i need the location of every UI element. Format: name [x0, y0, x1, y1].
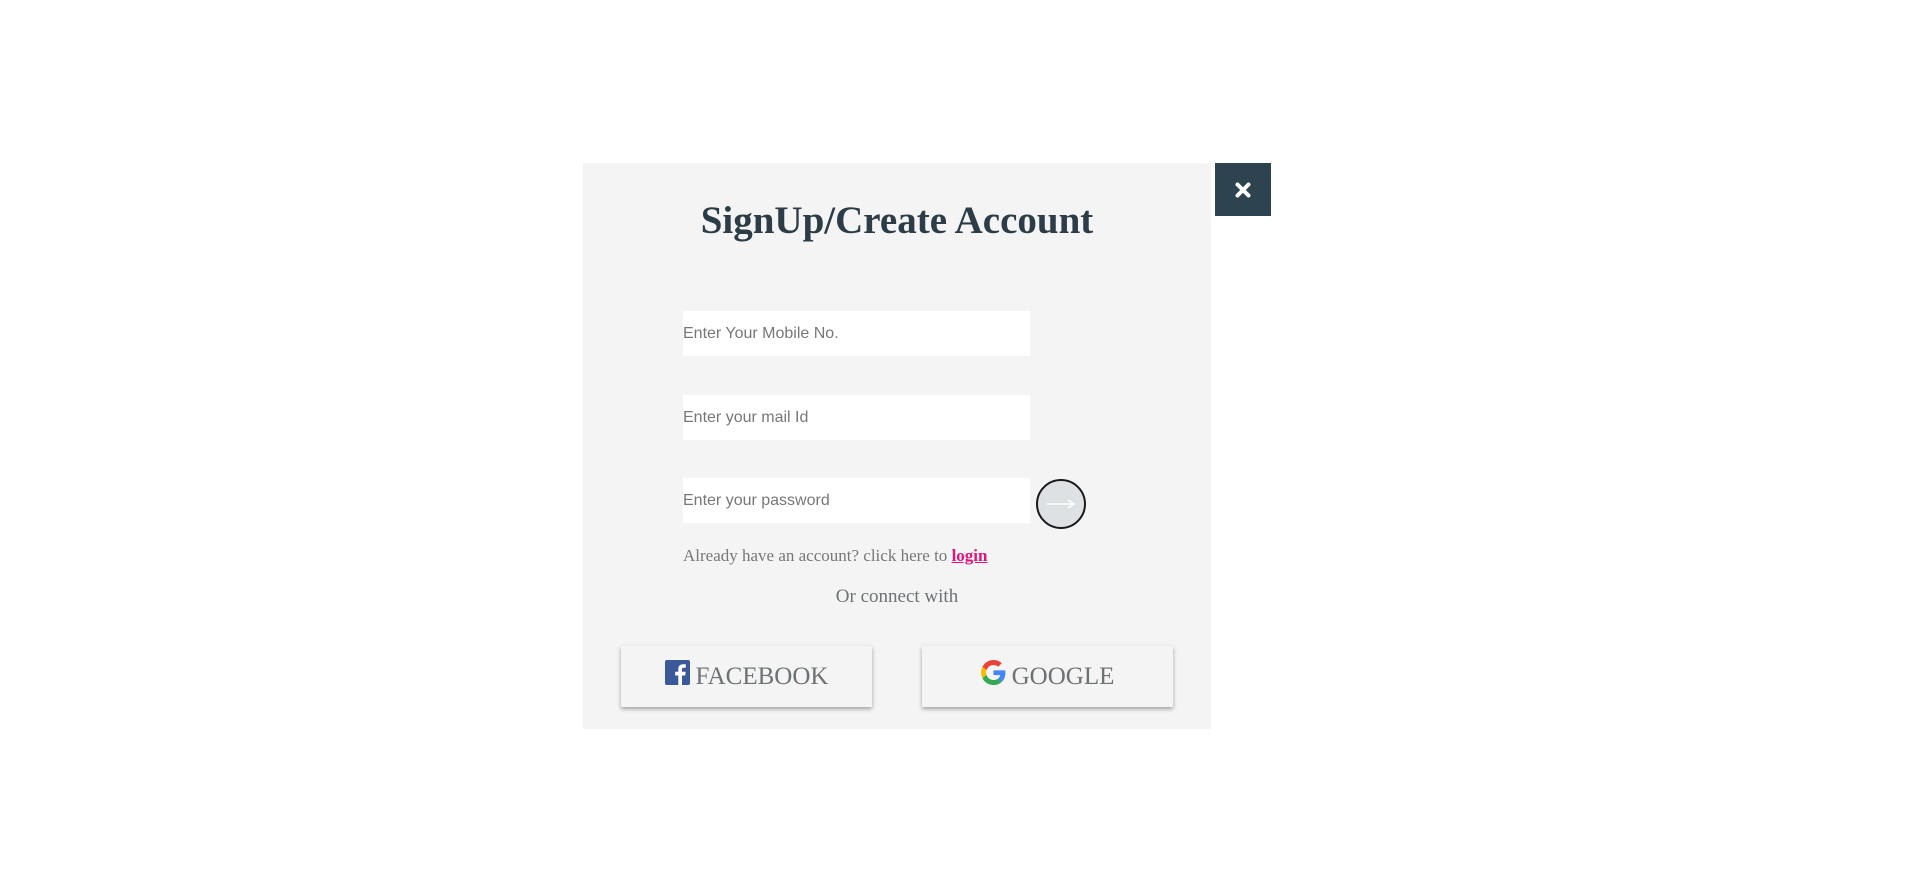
password-input[interactable] [683, 478, 1030, 523]
facebook-icon [664, 660, 690, 685]
connect-divider: Or connect with [835, 586, 959, 607]
facebook-label: FACEBOOK [695, 662, 829, 690]
login-link[interactable]: login [952, 546, 988, 565]
arrow-right-icon [1046, 499, 1076, 509]
google-button[interactable]: GOOGLE [922, 646, 1173, 707]
close-icon [1235, 182, 1251, 198]
google-label: GOOGLE [1011, 662, 1115, 690]
page: SignUp/Create Account Already have an ac… [0, 0, 1920, 878]
login-prompt: Already have an account? click here to l… [683, 546, 987, 566]
login-prompt-text: Already have an account? click here to [683, 546, 952, 565]
mobile-input[interactable] [683, 311, 1030, 356]
facebook-button[interactable]: FACEBOOK [621, 646, 872, 707]
google-icon [980, 660, 1006, 685]
close-button[interactable] [1215, 163, 1271, 216]
email-input[interactable] [683, 395, 1030, 440]
modal-title: SignUp/Create Account [700, 199, 1094, 242]
submit-button[interactable] [1036, 479, 1086, 529]
signup-modal: SignUp/Create Account Already have an ac… [583, 163, 1211, 729]
